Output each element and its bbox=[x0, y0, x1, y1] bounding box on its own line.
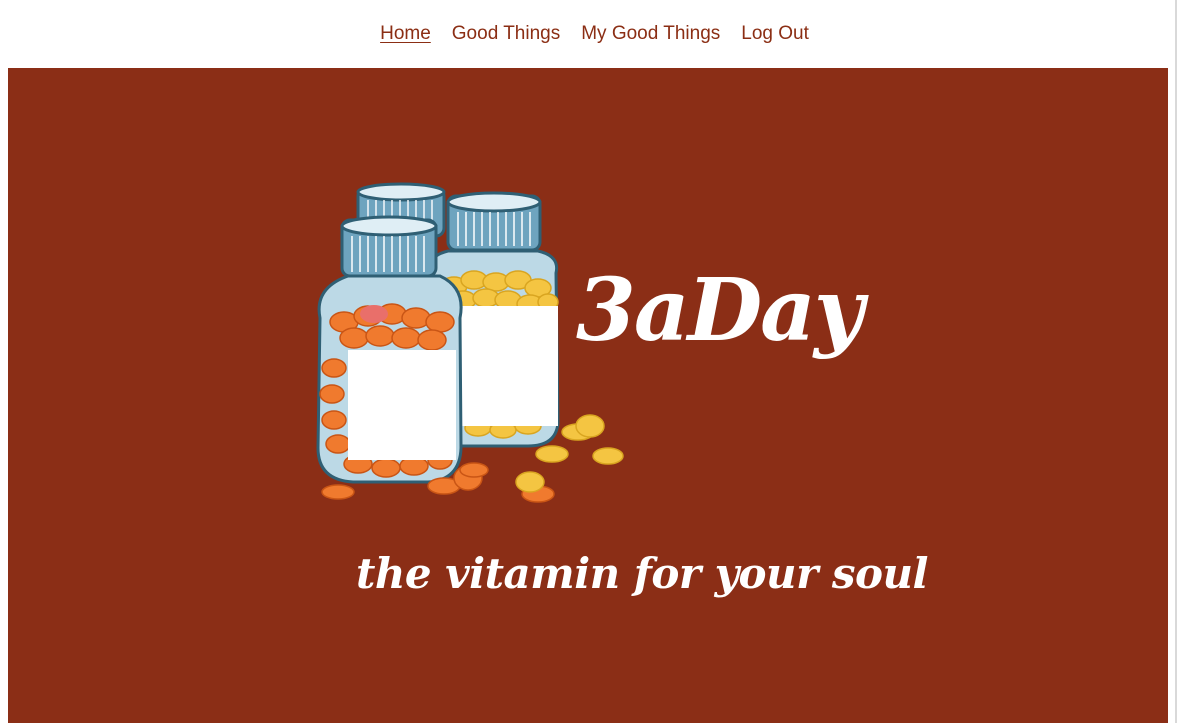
nav-link-log-out[interactable]: Log Out bbox=[741, 23, 809, 45]
hero-banner: 3aDay the vitamin for your soul bbox=[8, 68, 1168, 723]
hero-tagline: the vitamin for your soul bbox=[356, 549, 929, 598]
nav-link-good-things[interactable]: Good Things bbox=[452, 23, 560, 45]
top-navigation: Home Good Things My Good Things Log Out bbox=[0, 0, 1177, 68]
nav-link-home[interactable]: Home bbox=[380, 23, 431, 45]
brand-logo-text: 3aDay bbox=[576, 260, 864, 361]
vitamin-bottles-illustration bbox=[316, 182, 624, 503]
nav-link-my-good-things[interactable]: My Good Things bbox=[581, 23, 720, 45]
